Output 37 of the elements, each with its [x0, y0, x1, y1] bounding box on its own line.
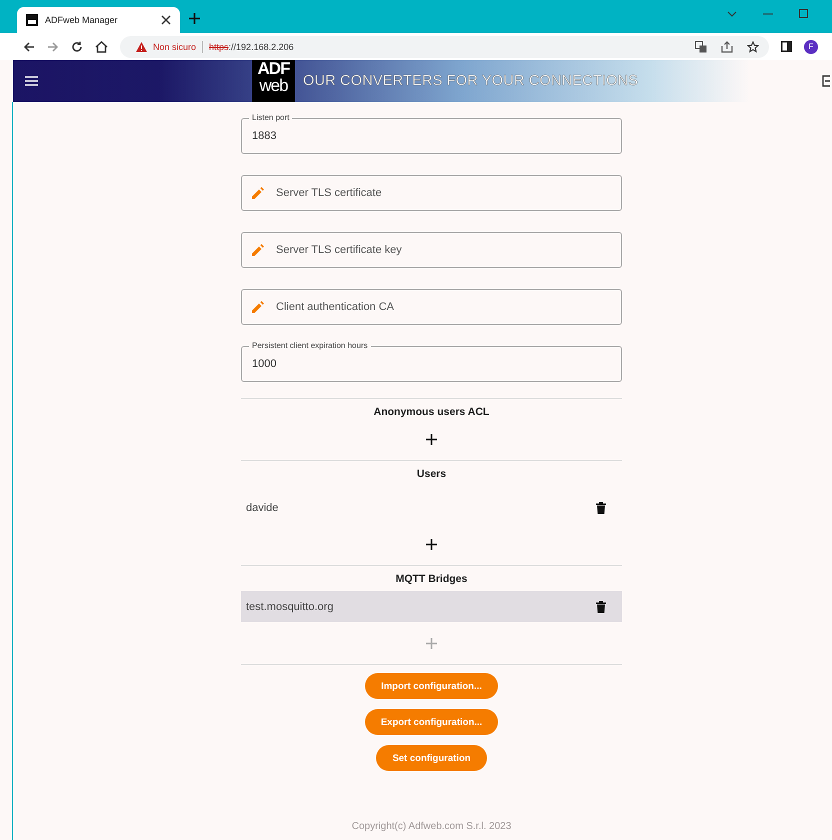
- logout-icon[interactable]: [822, 75, 830, 87]
- new-tab-icon[interactable]: [189, 13, 200, 24]
- trash-icon[interactable]: [596, 600, 606, 612]
- file-field[interactable]: Server TLS certificate: [241, 175, 622, 211]
- forward-arrow-icon[interactable]: [47, 40, 59, 52]
- pencil-icon: [252, 301, 264, 313]
- close-icon[interactable]: [161, 15, 171, 25]
- slogan: OUR CONVERTERS FOR YOUR CONNECTIONS: [303, 73, 638, 89]
- chevron-down-icon[interactable]: [727, 10, 737, 16]
- reload-icon[interactable]: [71, 40, 83, 52]
- pencil-icon: [252, 187, 264, 199]
- add-icon[interactable]: [426, 538, 437, 550]
- address-field[interactable]: Non sicuro https://192.168.2.206: [120, 36, 769, 58]
- add-icon[interactable]: [426, 434, 437, 444]
- list-item[interactable]: test.mosquitto.org: [241, 591, 622, 622]
- file-field[interactable]: Client authentication CA: [241, 289, 622, 325]
- side-panel-icon[interactable]: [781, 41, 792, 52]
- profile-avatar[interactable]: F: [804, 40, 818, 54]
- warning-icon: [136, 42, 147, 52]
- browser-tab[interactable]: ADFweb Manager: [17, 7, 180, 33]
- menu-icon[interactable]: [25, 76, 38, 86]
- list-item[interactable]: davide: [241, 492, 622, 523]
- minimize-icon[interactable]: [763, 12, 773, 14]
- file-field[interactable]: Server TLS certificate key: [241, 232, 622, 268]
- back-arrow-icon[interactable]: [23, 40, 35, 52]
- share-icon[interactable]: [721, 40, 733, 52]
- section-title: MQTT Bridges: [394, 572, 468, 585]
- logo-icon: [26, 14, 38, 26]
- maximize-icon[interactable]: [799, 9, 808, 18]
- trash-icon[interactable]: [596, 502, 606, 514]
- logo: ADF web: [252, 60, 295, 102]
- section-title: Anonymous users ACL: [372, 405, 490, 418]
- section-title: Users: [416, 467, 448, 480]
- star-icon[interactable]: [747, 40, 759, 52]
- home-icon[interactable]: [95, 40, 108, 52]
- pencil-icon: [252, 244, 264, 256]
- copyright-text: Copyright(c) Adfweb.com S.r.l. 2023: [350, 821, 512, 832]
